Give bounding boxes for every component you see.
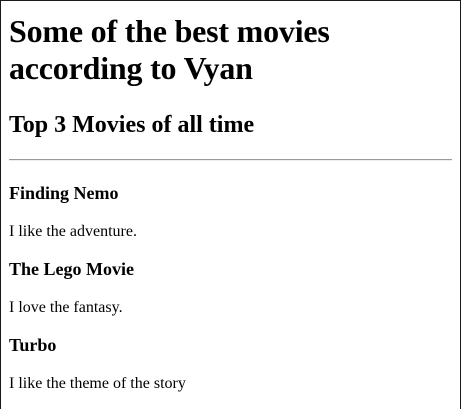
movie-comment: I like the theme of the story	[9, 375, 186, 392]
movie-title: Finding Nemo	[9, 183, 119, 203]
page-content: Some of the best movies according to Vya…	[1, 13, 460, 393]
page-subtitle: Top 3 Movies of all time	[9, 112, 255, 138]
movie-item: Finding Nemo I like the adventure.	[9, 183, 452, 241]
movie-item: The Lego Movie I love the fantasy.	[9, 259, 452, 317]
movie-comment: I like the adventure.	[9, 223, 137, 240]
movie-title: Turbo	[9, 335, 57, 355]
movie-item: Turbo I like the theme of the story	[9, 335, 452, 393]
movie-comment: I love the fantasy.	[9, 299, 123, 316]
movie-title: The Lego Movie	[9, 259, 134, 279]
movie-list: Finding Nemo I like the adventure. The L…	[9, 183, 452, 393]
page-title: Some of the best movies according to Vya…	[9, 13, 330, 86]
divider	[9, 159, 452, 161]
